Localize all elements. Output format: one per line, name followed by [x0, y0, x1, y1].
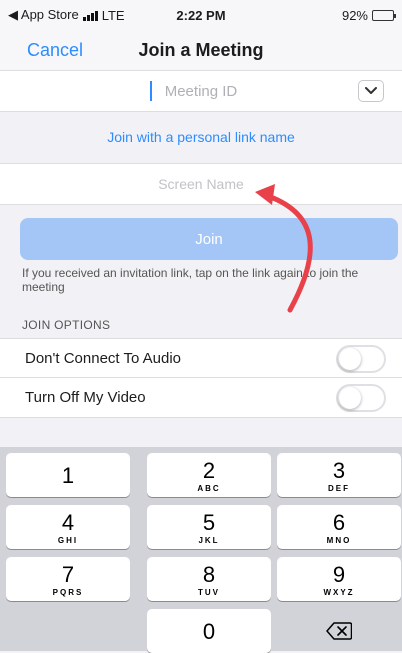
key-digit: 4	[61, 510, 75, 535]
key-3[interactable]: 3 DEF	[277, 453, 401, 497]
battery-percent: 92%	[341, 7, 368, 23]
key-digit: 8	[202, 562, 216, 587]
option-label: Don't Connect To Audio	[25, 349, 182, 367]
join-options-header: JOIN OPTIONS	[22, 318, 111, 332]
key-5[interactable]: 5 JKL	[147, 505, 271, 549]
key-7[interactable]: 7 PQRS	[6, 557, 130, 601]
option-label: Turn Off My Video	[25, 389, 146, 406]
backspace-icon	[326, 622, 352, 640]
status-left: ◀ App Store LTE	[8, 7, 125, 23]
key-digit: 9	[332, 562, 346, 587]
personal-link-button[interactable]: Join with a personal link name	[0, 111, 402, 163]
meeting-id-row	[0, 70, 402, 112]
key-digit: 5	[202, 510, 216, 535]
text-cursor	[150, 81, 152, 101]
key-letters: TUV	[198, 588, 220, 597]
option-turn-off-video: Turn Off My Video	[0, 378, 402, 418]
key-digit: 2	[202, 458, 216, 483]
network-type: LTE	[101, 7, 125, 23]
screen-name-input[interactable]	[79, 175, 323, 193]
key-9[interactable]: 9 WXYZ	[277, 557, 401, 601]
key-letters: MNO	[326, 536, 352, 545]
audio-toggle[interactable]	[336, 345, 386, 373]
delete-key[interactable]	[277, 609, 401, 653]
invitation-hint: If you received an invitation link, tap …	[22, 266, 359, 294]
key-digit: 1	[61, 463, 75, 488]
key-letters: WXYZ	[323, 588, 355, 597]
key-letters: DEF	[328, 484, 350, 493]
key-digit: 7	[61, 562, 75, 587]
numeric-keypad: 1 2 ABC 3 DEF 4 GHI 5 JKL 6 MNO 7 PQRS 8…	[0, 447, 402, 653]
key-letters: JKL	[198, 536, 220, 545]
cancel-button[interactable]: Cancel	[27, 40, 83, 61]
key-0[interactable]: 0	[147, 609, 271, 653]
key-letters: GHI	[57, 536, 79, 545]
status-bar: ◀ App Store LTE 2:22 PM 92%	[0, 0, 402, 30]
key-4[interactable]: 4 GHI	[6, 505, 130, 549]
status-right: 92%	[341, 7, 396, 23]
key-digit: 6	[332, 510, 346, 535]
key-2[interactable]: 2 ABC	[147, 453, 271, 497]
key-digit: 0	[202, 619, 216, 644]
back-to-app-store-link[interactable]: ◀ App Store	[8, 7, 79, 23]
screen-name-row	[0, 163, 402, 205]
key-digit: 3	[332, 458, 346, 483]
meeting-id-input[interactable]	[99, 81, 303, 101]
meeting-id-dropdown-button[interactable]	[358, 80, 384, 102]
key-letters: PQRS	[52, 588, 84, 597]
signal-icon	[82, 10, 98, 21]
key-8[interactable]: 8 TUV	[147, 557, 271, 601]
join-button[interactable]: Join	[20, 218, 398, 260]
key-1[interactable]: 1	[6, 453, 130, 497]
option-dont-connect-audio: Don't Connect To Audio	[0, 338, 402, 378]
battery-icon	[372, 9, 396, 21]
key-6[interactable]: 6 MNO	[277, 505, 401, 549]
video-toggle[interactable]	[336, 384, 386, 412]
key-letters: ABC	[197, 484, 221, 493]
chevron-down-icon	[365, 87, 377, 94]
nav-bar: Cancel Join a Meeting	[0, 30, 402, 70]
